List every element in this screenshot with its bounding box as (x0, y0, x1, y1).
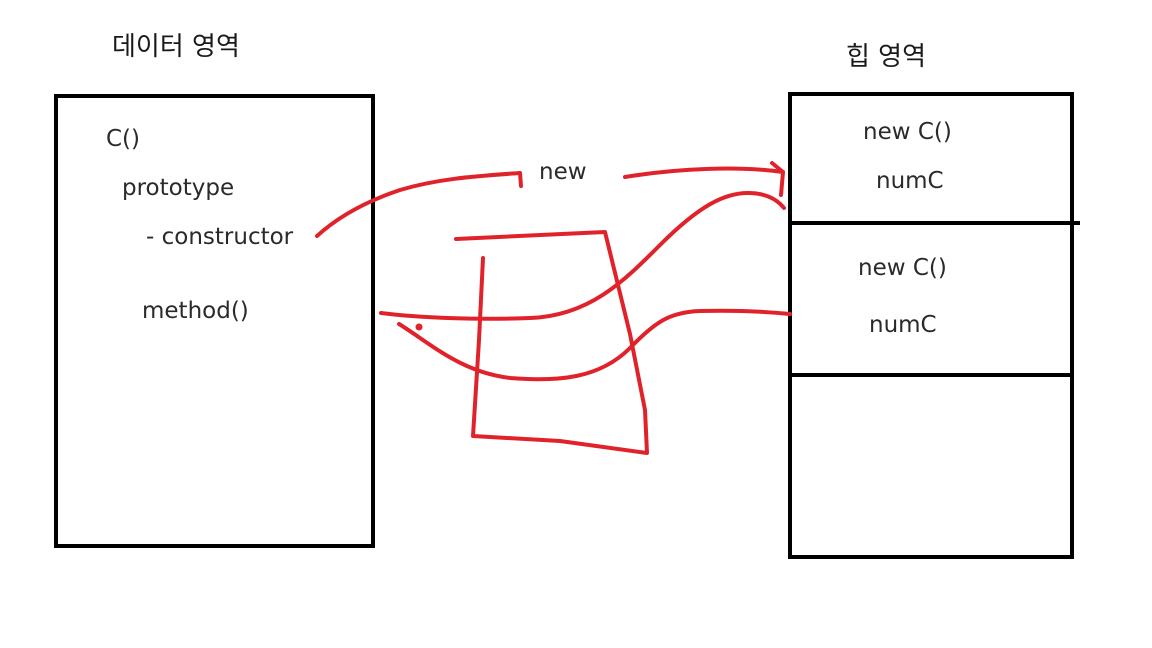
ink-layer (315, 161, 792, 455)
instance2-link-stroke (397, 308, 792, 382)
constructor-to-new-arrow (315, 171, 523, 238)
marker-left-stroke (454, 230, 649, 455)
ink-dot (415, 323, 423, 331)
instance1-link-stroke (379, 191, 786, 321)
new-to-heap-arrow (623, 161, 785, 197)
